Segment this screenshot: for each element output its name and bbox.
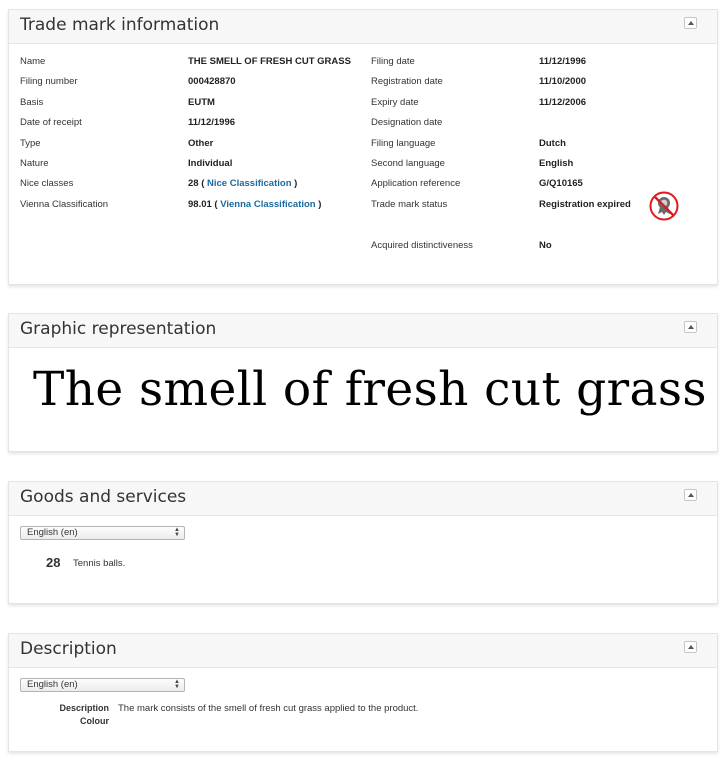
vienna-number: 98.01 ( (188, 199, 218, 210)
name-label: Name (20, 56, 46, 67)
description-panel: Description English (en) ▲ ▼ Description … (8, 633, 718, 752)
panel-title: Graphic representation (20, 319, 217, 339)
second-language-value: English (539, 158, 574, 169)
collapse-icon (687, 493, 694, 497)
acquired-distinctiveness-label: Acquired distinctiveness (371, 240, 473, 251)
description-label: Description (59, 703, 109, 713)
date-of-receipt-value: 11/12/1996 (188, 117, 236, 128)
nice-classes-value: 28 ( Nice Classification ) (188, 178, 297, 189)
collapse-button[interactable] (684, 489, 697, 501)
application-reference-label: Application reference (371, 178, 461, 189)
vienna-classification-link[interactable]: Vienna Classification (220, 199, 315, 210)
expired-status-icon (649, 191, 679, 221)
panel-title: Description (20, 639, 117, 659)
filing-number-value: 000428870 (188, 76, 236, 87)
class-number: 28 (46, 555, 61, 570)
language-select-value: English (en) (27, 527, 78, 538)
mark-image-text: The smell of fresh cut grass (33, 362, 707, 417)
application-reference-value: G/Q10165 (539, 178, 583, 189)
collapse-icon (687, 21, 694, 25)
trade-mark-status-value: Registration expired (539, 199, 631, 210)
select-arrows-icon: ▲ ▼ (174, 527, 180, 538)
collapse-button[interactable] (684, 17, 697, 29)
trade-mark-status-label: Trade mark status (371, 199, 448, 210)
designation-date-label: Designation date (371, 117, 443, 128)
vienna-suffix: ) (318, 199, 322, 210)
filing-date-value: 11/12/1996 (539, 56, 587, 67)
collapse-button[interactable] (684, 641, 697, 653)
nice-classes-suffix: ) (294, 178, 298, 189)
goods-text: Tennis balls. (73, 558, 126, 569)
nice-classes-label: Nice classes (20, 178, 74, 189)
panel-header: Description (9, 634, 717, 668)
language-select[interactable]: English (en) ▲ ▼ (20, 678, 185, 692)
select-arrows-icon: ▲ ▼ (174, 679, 180, 690)
acquired-distinctiveness-value: No (539, 240, 552, 251)
collapse-icon (687, 645, 694, 649)
registration-date-value: 11/10/2000 (539, 76, 587, 87)
vienna-classification-value: 98.01 ( Vienna Classification ) (188, 199, 321, 210)
filing-language-label: Filing language (371, 138, 436, 149)
trade-mark-information-panel: Trade mark information Name THE SMELL OF… (8, 9, 718, 285)
type-value: Other (188, 138, 214, 149)
panel-header: Goods and services (9, 482, 717, 516)
panel-header: Graphic representation (9, 314, 717, 348)
description-text: The mark consists of the smell of fresh … (118, 703, 419, 714)
nice-classes-number: 28 ( (188, 178, 205, 189)
registration-date-label: Registration date (371, 76, 443, 87)
nature-label: Nature (20, 158, 49, 169)
basis-label: Basis (20, 97, 44, 108)
graphic-representation-panel: Graphic representation The smell of fres… (8, 313, 718, 452)
nature-value: Individual (188, 158, 233, 169)
panel-title: Goods and services (20, 487, 187, 507)
filing-number-label: Filing number (20, 76, 78, 87)
panel-header: Trade mark information (9, 10, 717, 44)
goods-and-services-panel: Goods and services English (en) ▲ ▼ 28 Te… (8, 481, 718, 604)
language-select[interactable]: English (en) ▲ ▼ (20, 526, 185, 540)
language-select-value: English (en) (27, 679, 78, 690)
expiry-date-value: 11/12/2006 (539, 97, 587, 108)
name-value: THE SMELL OF FRESH CUT GRASS (188, 56, 351, 67)
nice-classification-link[interactable]: Nice Classification (207, 178, 291, 189)
collapse-button[interactable] (684, 321, 697, 333)
filing-date-label: Filing date (371, 56, 415, 67)
date-of-receipt-label: Date of receipt (20, 117, 82, 128)
filing-language-value: Dutch (539, 138, 566, 149)
expiry-date-label: Expiry date (371, 97, 419, 108)
basis-value: EUTM (188, 97, 215, 108)
panel-title: Trade mark information (20, 15, 220, 35)
collapse-icon (687, 325, 694, 329)
second-language-label: Second language (371, 158, 445, 169)
type-label: Type (20, 138, 41, 149)
colour-label: Colour (80, 716, 109, 726)
vienna-classification-label: Vienna Classification (20, 199, 109, 210)
